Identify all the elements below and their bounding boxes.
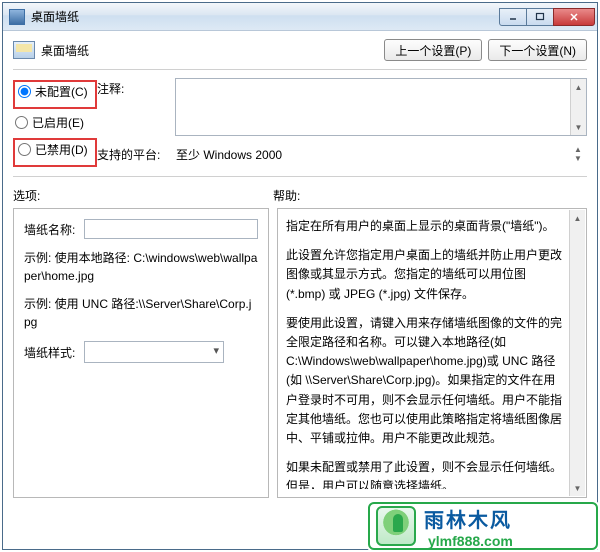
example-unc-path: 示例: 使用 UNC 路径:\\Server\Share\Corp.jpg (24, 295, 258, 331)
client-area: 桌面墙纸 上一个设置(P) 下一个设置(N) 未配置(C) 已启用(E) (3, 31, 597, 549)
window-title: 桌面墙纸 (31, 8, 500, 25)
next-setting-button[interactable]: 下一个设置(N) (488, 39, 587, 61)
radio-disabled[interactable]: 已禁用(D) (16, 140, 94, 159)
close-button[interactable] (553, 8, 595, 26)
window-frame: 桌面墙纸 桌面墙纸 上一个设置(P) 下一个设置(N) (2, 2, 598, 550)
wallpaper-name-label: 墙纸名称: (24, 221, 84, 238)
example-local-path: 示例: 使用本地路径: C:\windows\web\wallpaper\hom… (24, 249, 258, 285)
wallpaper-style-label: 墙纸样式: (24, 344, 84, 361)
help-p4: 如果未配置或禁用了此设置，则不会显示任何墙纸。但是，用户可以随意选择墙纸。 (286, 458, 564, 489)
config-area: 未配置(C) 已启用(E) 已禁用(D) 注释: (13, 78, 587, 172)
radio-disabled-label: 已禁用(D) (35, 141, 88, 158)
radio-enabled-label: 已启用(E) (32, 114, 84, 131)
radio-enabled[interactable]: 已启用(E) (13, 113, 97, 132)
watermark-text-wrap: 雨林木风 ylmf888.com (424, 504, 513, 549)
help-p3: 要使用此设置，请键入用来存储墙纸图像的文件的完全限定路径和名称。可以键入本地路径… (286, 314, 564, 448)
options-section-label: 选项: (13, 187, 273, 204)
radio-disabled-input[interactable] (18, 143, 31, 156)
radio-not-configured-input[interactable] (18, 85, 31, 98)
watermark-brand: 雨林木风 (424, 510, 512, 532)
prev-setting-label: 上一个设置(P) (395, 42, 471, 59)
radio-not-configured-label: 未配置(C) (35, 83, 88, 100)
comment-scrollbar[interactable]: ▲ ▼ (570, 79, 586, 135)
right-column: 注释: ▲ ▼ 支持的平台: 至少 Windows 2000 ▲ (97, 78, 587, 172)
nav-buttons: 上一个设置(P) 下一个设置(N) (384, 39, 587, 61)
platform-value-box: 至少 Windows 2000 ▲ ▼ (175, 144, 587, 164)
scroll-down-icon[interactable]: ▼ (570, 480, 585, 496)
separator (13, 176, 587, 177)
next-setting-label: 下一个设置(N) (499, 42, 576, 59)
help-panel: 指定在所有用户的桌面上显示的桌面背景("墙纸")。 此设置允许您指定用户桌面上的… (277, 208, 587, 498)
scroll-down-icon[interactable]: ▼ (570, 154, 586, 163)
scroll-up-icon[interactable]: ▲ (570, 210, 585, 226)
scroll-up-icon[interactable]: ▲ (571, 79, 586, 95)
options-panel: 墙纸名称: 示例: 使用本地路径: C:\windows\web\wallpap… (13, 208, 269, 498)
section-labels: 选项: 帮助: (13, 187, 587, 204)
window-controls (500, 8, 595, 26)
highlight-disabled: 已禁用(D) (13, 138, 97, 167)
help-p2: 此设置允许您指定用户桌面上的墙纸并防止用户更改图像或其显示方式。您指定的墙纸可以… (286, 246, 564, 304)
help-text: 指定在所有用户的桌面上显示的桌面背景("墙纸")。 此设置允许您指定用户桌面上的… (286, 217, 564, 489)
watermark-url: ylmf888.com (428, 533, 513, 549)
minimize-button[interactable] (499, 8, 527, 26)
watermark: 雨林木风 ylmf888.com (368, 502, 598, 550)
wallpaper-name-input[interactable] (84, 219, 258, 239)
comment-label: 注释: (97, 78, 175, 136)
wallpaper-name-row: 墙纸名称: (24, 219, 258, 239)
wallpaper-icon (13, 41, 35, 59)
app-icon (9, 9, 25, 25)
radio-not-configured[interactable]: 未配置(C) (16, 82, 94, 101)
platform-label: 支持的平台: (97, 144, 175, 164)
platform-field: 支持的平台: 至少 Windows 2000 ▲ ▼ (97, 144, 587, 164)
maximize-button[interactable] (526, 8, 554, 26)
comment-input[interactable]: ▲ ▼ (175, 78, 587, 136)
help-section-label: 帮助: (273, 187, 300, 204)
comment-field: 注释: ▲ ▼ (97, 78, 587, 136)
header-row: 桌面墙纸 上一个设置(P) 下一个设置(N) (13, 39, 587, 61)
radio-enabled-input[interactable] (15, 116, 28, 129)
separator (13, 69, 587, 70)
wallpaper-style-select[interactable] (84, 341, 224, 363)
scroll-up-icon[interactable]: ▲ (570, 145, 586, 154)
page-title: 桌面墙纸 (41, 42, 89, 59)
scroll-down-icon[interactable]: ▼ (571, 119, 586, 135)
titlebar[interactable]: 桌面墙纸 (3, 3, 597, 31)
wallpaper-style-row: 墙纸样式: (24, 341, 258, 363)
platform-value: 至少 Windows 2000 (176, 146, 282, 163)
help-scrollbar[interactable]: ▲ ▼ (569, 210, 585, 496)
help-p1: 指定在所有用户的桌面上显示的桌面背景("墙纸")。 (286, 217, 564, 236)
highlight-not-configured: 未配置(C) (13, 80, 97, 109)
panels: 墙纸名称: 示例: 使用本地路径: C:\windows\web\wallpap… (13, 208, 587, 498)
watermark-logo-icon (376, 506, 416, 546)
platform-scrollbar[interactable]: ▲ ▼ (570, 145, 586, 163)
prev-setting-button[interactable]: 上一个设置(P) (384, 39, 482, 61)
state-radios: 未配置(C) 已启用(E) 已禁用(D) (13, 78, 97, 172)
